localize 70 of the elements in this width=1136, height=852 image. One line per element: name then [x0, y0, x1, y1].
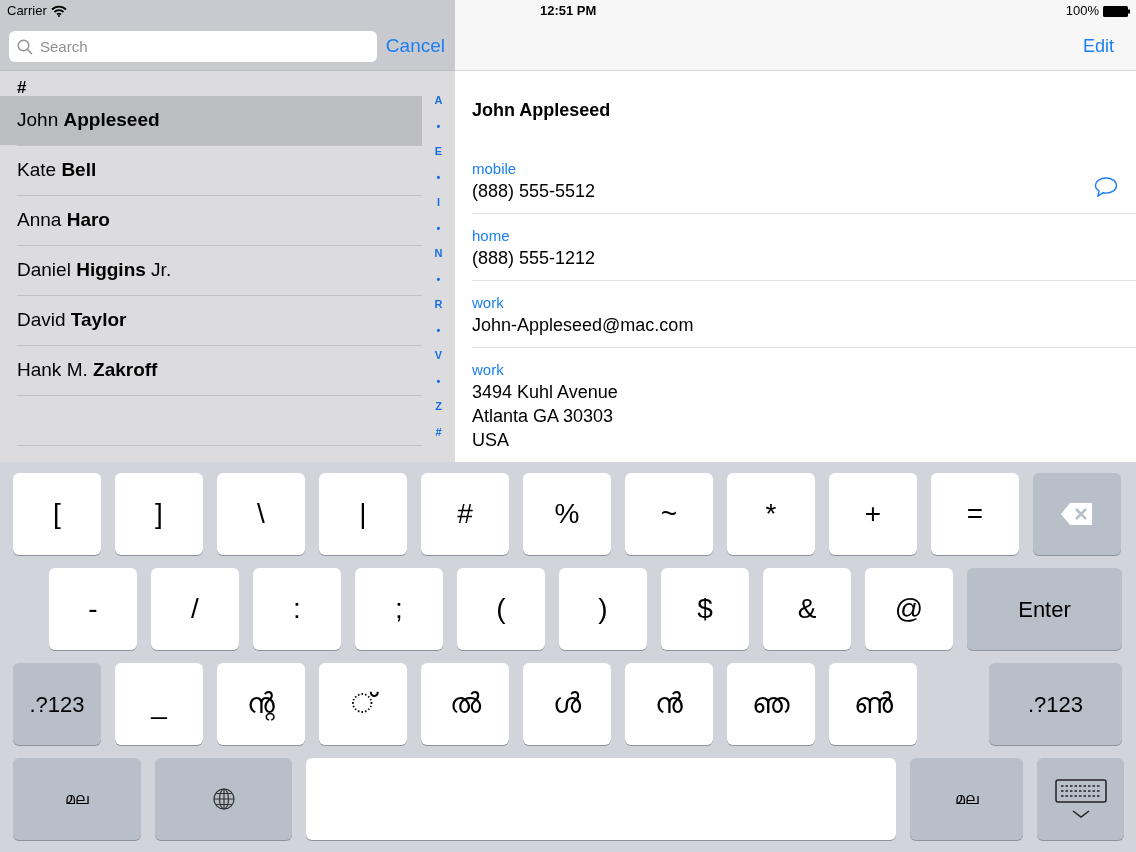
field-value: Atlanta GA 30303: [472, 405, 614, 428]
index-letter[interactable]: N: [434, 245, 443, 271]
battery-label: 100%: [1065, 2, 1099, 21]
battery-icon: [1103, 5, 1130, 17]
globe-icon: [211, 787, 236, 811]
hide-keyboard-key[interactable]: [1037, 758, 1124, 840]
key[interactable]: -: [49, 568, 137, 650]
key[interactable]: ]: [115, 473, 203, 555]
message-icon[interactable]: [1094, 176, 1118, 198]
key[interactable]: #: [421, 473, 509, 555]
key[interactable]: \: [217, 473, 305, 555]
key[interactable]: =: [931, 473, 1019, 555]
key[interactable]: %: [523, 473, 611, 555]
key[interactable]: *: [727, 473, 815, 555]
section-header: #: [17, 79, 27, 96]
numbers-key[interactable]: .?123: [989, 663, 1122, 745]
key[interactable]: +: [829, 473, 917, 555]
contact-row[interactable]: Kate Bell: [0, 146, 422, 195]
field-value: John-Appleseed@mac.com: [472, 314, 694, 337]
key[interactable]: ൾ: [523, 663, 611, 745]
field-label: work: [472, 360, 504, 380]
key[interactable]: /: [151, 568, 239, 650]
field-label: work: [472, 293, 504, 313]
index-letter[interactable]: A: [434, 92, 443, 118]
field-value: (888) 555-1212: [472, 247, 596, 270]
key[interactable]: $: [661, 568, 749, 650]
contact-row[interactable]: Hank M. Zakroff: [0, 346, 422, 395]
index-letter[interactable]: V: [434, 347, 443, 373]
field-value: USA: [472, 429, 509, 452]
search-field[interactable]: Search: [9, 30, 377, 62]
enter-key[interactable]: Enter: [967, 568, 1122, 650]
backspace-icon: [1060, 502, 1094, 526]
search-icon: [17, 38, 33, 55]
key[interactable]: ൻ: [625, 663, 713, 745]
carrier-label: Carrier: [7, 2, 47, 21]
time-label: 12:51 PM: [540, 2, 597, 21]
field-label: mobile: [472, 159, 517, 179]
contact-row[interactable]: Anna Haro: [0, 196, 422, 245]
contact-row[interactable]: John Appleseed: [0, 96, 422, 145]
field-value: 3494 Kuhl Avenue: [472, 381, 618, 404]
language-key[interactable]: മല: [13, 758, 141, 840]
index-letter[interactable]: R: [434, 296, 443, 322]
wifi-icon: [50, 5, 67, 17]
key[interactable]: :: [253, 568, 341, 650]
key[interactable]: |: [319, 473, 407, 555]
key[interactable]: ~: [625, 473, 713, 555]
globe-key[interactable]: [155, 758, 292, 840]
contact-row[interactable]: Daniel Higgins Jr.: [0, 246, 422, 295]
key[interactable]: ഞ: [727, 663, 815, 745]
space-key[interactable]: [306, 758, 896, 840]
keyboard-hide-icon: [1054, 779, 1107, 819]
language-key[interactable]: മല: [910, 758, 1023, 840]
key[interactable]: ൺ: [829, 663, 917, 745]
delete-key[interactable]: [1033, 473, 1121, 555]
field-value: (888) 555-5512: [472, 180, 596, 203]
key[interactable]: @: [865, 568, 953, 650]
edit-button[interactable]: Edit: [1082, 32, 1114, 60]
contact-row[interactable]: David Taylor: [0, 296, 422, 345]
key[interactable]: ്: [319, 663, 407, 745]
contact-name: John Appleseed: [472, 99, 611, 122]
key[interactable]: ന്റ: [217, 663, 305, 745]
key[interactable]: [: [13, 473, 101, 555]
key[interactable]: (: [457, 568, 545, 650]
field-label: home: [472, 226, 510, 246]
key[interactable]: _: [115, 663, 203, 745]
key[interactable]: ൽ: [421, 663, 509, 745]
numbers-key[interactable]: .?123: [13, 663, 101, 745]
key[interactable]: ): [559, 568, 647, 650]
key[interactable]: &: [763, 568, 851, 650]
key[interactable]: ;: [355, 568, 443, 650]
